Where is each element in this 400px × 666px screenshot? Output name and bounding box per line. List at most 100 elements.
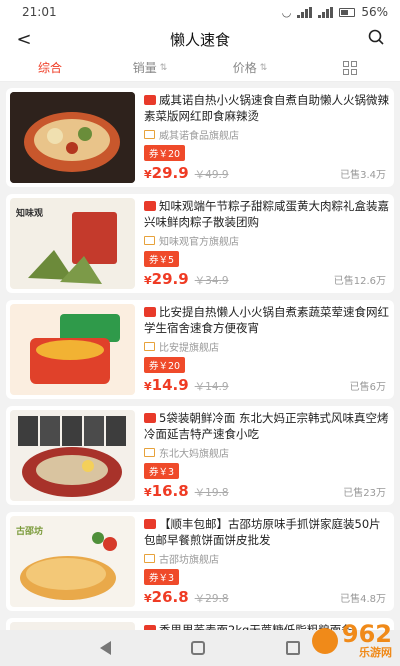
product-title-text: 5袋装朝鲜冷面 东北大妈正宗韩式风味真空烤冷面延吉特产速食小吃 — [144, 411, 389, 441]
currency-symbol: ¥ — [144, 486, 152, 499]
product-thumbnail: 古邵坊 — [10, 516, 135, 607]
shop-row: 威其诺食品旗舰店 — [144, 127, 390, 142]
sold-count: 已售23万 — [343, 488, 386, 499]
product-info: 【顺丰包邮】古邵坊原味手抓饼家庭装50片包邮早餐煎饼面饼皮批发 古邵坊旗舰店 券… — [135, 516, 390, 607]
product-card[interactable]: 5袋装朝鲜冷面 东北大妈正宗韩式风味真空烤冷面延吉特产速食小吃 东北大妈旗舰店 … — [6, 406, 394, 505]
coupon-badge: 券￥20 — [144, 357, 186, 373]
battery-icon — [339, 7, 356, 17]
price-row: ¥ 29.9 ￥34.9 已售12.6万 — [144, 270, 386, 288]
shop-name: 比安提旗舰店 — [159, 343, 219, 354]
search-icon[interactable] — [364, 28, 388, 51]
page-title: 懒人速食 — [169, 30, 230, 49]
product-title-text: 知味观端午节粽子甜粽咸蛋黄大肉粽礼盒装嘉兴味鲜肉粽子散装团购 — [144, 199, 389, 229]
product-title: 5袋装朝鲜冷面 东北大妈正宗韩式风味真空烤冷面延吉特产速食小吃 — [144, 410, 390, 442]
product-card[interactable]: 知味观 知味观端午节粽子甜粽咸蛋黄大肉粽礼盒装嘉兴味鲜肉粽子散装团购 知味观官方… — [6, 194, 394, 293]
price: 29.9 — [151, 270, 189, 288]
price: 14.9 — [151, 376, 189, 394]
tmall-badge-icon — [144, 413, 156, 423]
signal-icon — [297, 6, 313, 18]
product-title-text: 【顺丰包邮】古邵坊原味手抓饼家庭装50片包邮早餐煎饼面饼皮批发 — [144, 517, 381, 547]
product-title: 威其诺自热小火锅速食自煮自助懒人火锅微辣素菜版网红即食麻辣烫 — [144, 92, 390, 124]
product-info: 知味观端午节粽子甜粽咸蛋黄大肉粽礼盒装嘉兴味鲜肉粽子散装团购 知味观官方旗舰店 … — [135, 198, 390, 289]
currency-symbol: ¥ — [144, 592, 152, 605]
currency-symbol: ¥ — [144, 380, 152, 393]
product-info: 比安提自热懒人小火锅自煮素蔬菜荤速食网红学生宿舍速食方便夜宵 比安提旗舰店 券￥… — [135, 304, 390, 395]
original-price: ￥34.9 — [194, 275, 229, 287]
tab-sales[interactable]: 销量 ⇅ — [100, 59, 200, 76]
layout-toggle[interactable] — [300, 60, 400, 75]
shop-icon — [144, 554, 155, 563]
tab-label: 价格 — [232, 61, 257, 75]
price-row: ¥ 29.9 ￥49.9 已售3.4万 — [144, 164, 386, 182]
brand-logo-text: 古邵坊 — [16, 527, 44, 537]
shop-icon — [144, 236, 155, 245]
tmall-badge-icon — [144, 307, 156, 317]
watermark-logo-icon — [311, 628, 338, 654]
price: 16.8 — [151, 482, 189, 500]
tab-label: 综合 — [37, 61, 62, 75]
back-icon[interactable]: < — [12, 29, 36, 50]
tmall-badge-icon — [144, 201, 156, 211]
product-card[interactable]: 比安提自热懒人小火锅自煮素蔬菜荤速食网红学生宿舍速食方便夜宵 比安提旗舰店 券￥… — [6, 300, 394, 399]
currency-symbol: ¥ — [144, 168, 152, 181]
sort-arrow-icon: ⇅ — [159, 62, 168, 73]
shop-row: 东北大妈旗舰店 — [144, 445, 390, 460]
product-card[interactable]: 古邵坊 【顺丰包邮】古邵坊原味手抓饼家庭装50片包邮早餐煎饼面饼皮批发 古邵坊旗… — [6, 512, 394, 611]
coupon-badge: 券￥3 — [144, 569, 180, 585]
status-bar: 21:01 ◡ 56% — [0, 0, 400, 24]
status-time: 21:01 — [22, 5, 57, 19]
brand-logo-text: 知味观 — [16, 209, 44, 219]
product-title-text: 威其诺自热小火锅速食自煮自助懒人火锅微辣素菜版网红即食麻辣烫 — [144, 93, 389, 123]
original-price: ￥49.9 — [194, 169, 229, 181]
coupon-badge: 券￥3 — [144, 463, 180, 479]
sold-count: 已售6万 — [349, 382, 386, 393]
product-title: 比安提自热懒人小火锅自煮素蔬菜荤速食网红学生宿舍速食方便夜宵 — [144, 304, 390, 336]
tab-price[interactable]: 价格 ⇅ — [200, 59, 300, 76]
product-title-text: 比安提自热懒人小火锅自煮素蔬菜荤速食网红学生宿舍速食方便夜宵 — [144, 305, 389, 335]
coupon-badge: 券￥5 — [144, 251, 180, 267]
product-title: 【顺丰包邮】古邵坊原味手抓饼家庭装50片包邮早餐煎饼面饼皮批发 — [144, 516, 390, 548]
price-row: ¥ 16.8 ￥19.8 已售23万 — [144, 482, 386, 500]
sold-count: 已售3.4万 — [340, 170, 386, 181]
product-info: 威其诺自热小火锅速食自煮自助懒人火锅微辣素菜版网红即食麻辣烫 威其诺食品旗舰店 … — [135, 92, 390, 183]
shop-icon — [144, 342, 155, 351]
watermark-text-group: 962 乐游网 — [342, 622, 392, 660]
price: 29.9 — [151, 164, 189, 182]
signal-icon-2 — [318, 6, 334, 18]
top-bar: < 懒人速食 — [0, 24, 400, 54]
sort-tabs: 综合 销量 ⇅ 价格 ⇅ — [0, 54, 400, 82]
nav-home-icon[interactable] — [191, 641, 206, 655]
site-watermark: 962 乐游网 — [311, 622, 392, 660]
shop-icon — [144, 448, 155, 457]
grid-icon — [343, 60, 357, 75]
shop-name: 威其诺食品旗舰店 — [159, 131, 239, 142]
nav-back-icon[interactable] — [100, 641, 112, 655]
sort-arrow-icon: ⇅ — [259, 62, 268, 73]
tab-label: 销量 — [132, 61, 157, 75]
original-price: ￥29.8 — [194, 593, 229, 605]
product-list: 威其诺自热小火锅速食自煮自助懒人火锅微辣素菜版网红即食麻辣烫 威其诺食品旗舰店 … — [0, 82, 400, 666]
product-thumbnail: 知味观 — [10, 198, 135, 289]
wifi-icon: ◡ — [281, 5, 292, 19]
product-thumbnail — [10, 92, 135, 183]
battery-percent: 56% — [361, 5, 388, 19]
product-info: 5袋装朝鲜冷面 东北大妈正宗韩式风味真空烤冷面延吉特产速食小吃 东北大妈旗舰店 … — [135, 410, 390, 501]
sold-count: 已售4.8万 — [340, 594, 386, 605]
tab-comprehensive[interactable]: 综合 — [0, 59, 100, 76]
original-price: ￥14.9 — [194, 381, 229, 393]
nav-recent-icon[interactable] — [285, 641, 300, 655]
price-row: ¥ 14.9 ￥14.9 已售6万 — [144, 376, 386, 394]
shop-name: 古邵坊旗舰店 — [159, 555, 219, 566]
product-thumbnail — [10, 410, 135, 501]
price: 26.8 — [151, 588, 189, 606]
original-price: ￥19.8 — [194, 487, 229, 499]
product-card[interactable]: 威其诺自热小火锅速食自煮自助懒人火锅微辣素菜版网红即食麻辣烫 威其诺食品旗舰店 … — [6, 88, 394, 187]
shop-name: 知味观官方旗舰店 — [159, 237, 239, 248]
watermark-text: 962 — [341, 620, 392, 648]
tmall-badge-icon — [144, 519, 156, 529]
product-thumbnail — [10, 304, 135, 395]
shop-row: 知味观官方旗舰店 — [144, 233, 390, 248]
sold-count: 已售12.6万 — [333, 276, 386, 287]
shop-row: 比安提旗舰店 — [144, 339, 390, 354]
product-title: 知味观端午节粽子甜粽咸蛋黄大肉粽礼盒装嘉兴味鲜肉粽子散装团购 — [144, 198, 390, 230]
